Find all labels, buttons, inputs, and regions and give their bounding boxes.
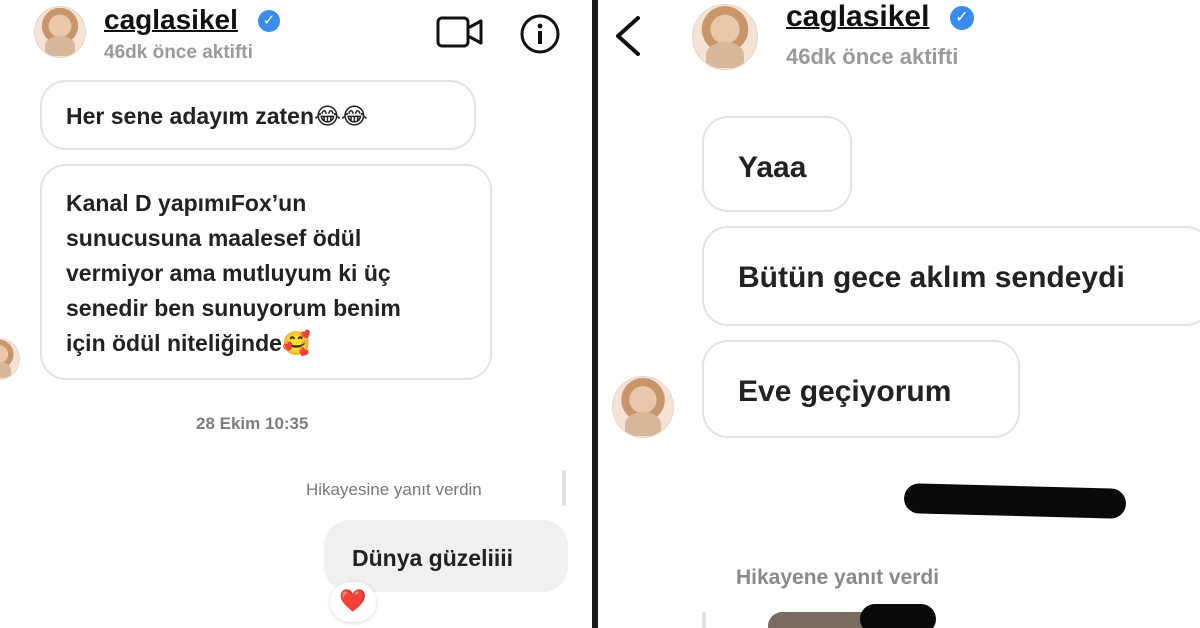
story-reply-bar	[562, 470, 566, 506]
username[interactable]: caglasikel	[786, 0, 929, 34]
avatar	[612, 376, 674, 438]
message-text: Bütün gece aklım sendeydi	[738, 261, 1125, 294]
info-icon[interactable]	[518, 12, 562, 56]
right-chat-screenshot: caglasikel ✓ 46dk önce aktifti Yaaa Bütü…	[598, 0, 1200, 628]
verified-badge-icon: ✓	[950, 6, 974, 30]
verified-badge-icon: ✓	[258, 10, 280, 32]
incoming-message[interactable]: Kanal D yapımıFox’un sunucusuna maalesef…	[40, 164, 492, 380]
left-chat-screenshot: caglasikel ✓ 46dk önce aktifti Her sene …	[0, 0, 592, 628]
message-line: Kanal D yapımıFox’un	[66, 190, 307, 216]
message-line: senedir ben sunuyorum benim	[66, 295, 401, 321]
active-status: 46dk önce aktifti	[786, 44, 959, 69]
incoming-message[interactable]: Yaaa	[702, 116, 852, 212]
story-reply-note: Hikayesine yanıt verdin	[306, 480, 482, 499]
message-line: için ödül niteliğinde	[66, 330, 282, 356]
chat-header: caglasikel ✓ 46dk önce aktifti	[598, 0, 1200, 88]
outgoing-message[interactable]: Dünya güzeliiii	[324, 520, 568, 592]
avatar[interactable]	[692, 4, 758, 70]
redaction-mark	[903, 483, 1127, 519]
video-call-icon[interactable]	[436, 12, 484, 54]
incoming-message[interactable]: Eve geçiyorum	[702, 340, 1020, 438]
username[interactable]: caglasikel	[104, 4, 238, 36]
incoming-message[interactable]: Bütün gece aklım sendeydi	[702, 226, 1200, 326]
chat-header: caglasikel ✓ 46dk önce aktifti	[0, 0, 592, 72]
timestamp: 28 Ekim 10:35	[196, 414, 309, 433]
smiling-hearts-emoji-icon: 🥰	[281, 331, 311, 357]
heart-reaction-icon[interactable]: ❤️	[330, 582, 376, 622]
back-chevron-icon[interactable]	[610, 14, 646, 58]
laughing-emoji-icon: 😂😂	[314, 104, 368, 130]
message-text: Dünya güzeliiii	[352, 545, 514, 571]
message-line: vermiyor ama mutluyum ki üç	[66, 260, 391, 286]
active-status: 46dk önce aktifti	[104, 42, 253, 63]
message-text: Eve geçiyorum	[738, 375, 952, 408]
avatar[interactable]	[34, 6, 86, 58]
message-line: sunucusuna maalesef ödül	[66, 225, 362, 251]
avatar	[0, 338, 20, 380]
incoming-message[interactable]: Her sene adayım zaten😂😂	[40, 80, 476, 150]
story-reply-bar	[702, 612, 706, 628]
redaction-mark	[860, 604, 936, 628]
message-text: Yaaa	[738, 151, 807, 184]
story-reply-note: Hikayene yanıt verdi	[736, 566, 940, 589]
message-text: Her sene adayım zaten	[66, 103, 315, 129]
